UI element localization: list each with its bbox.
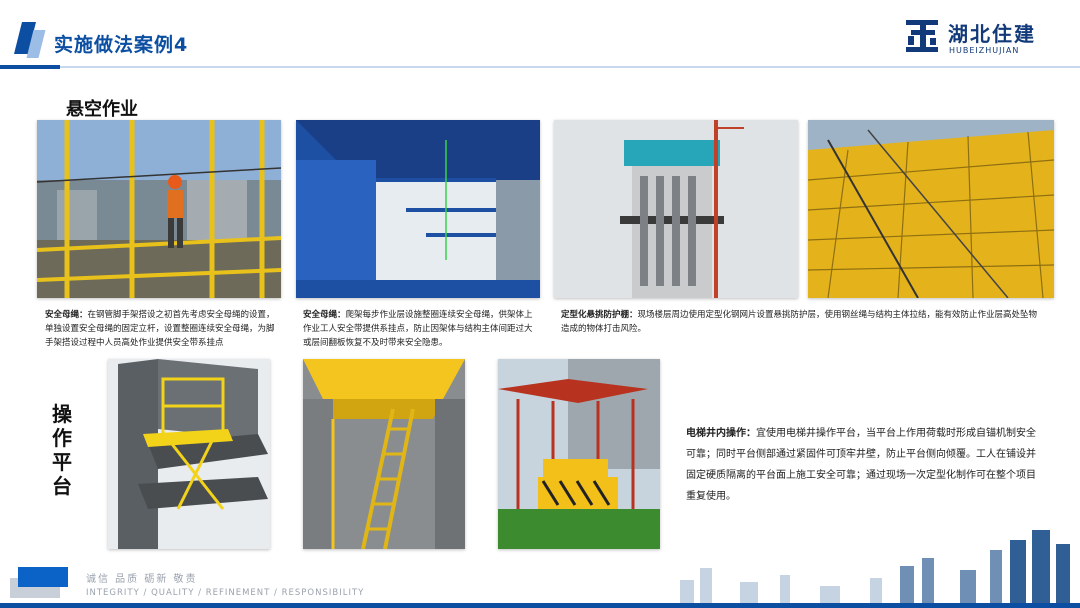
page-title: 实施做法案例4	[54, 34, 189, 56]
footer-bottom-bar	[0, 603, 1080, 608]
caption-scaffold-safety-rope: 安全母绳：在钢管脚手架搭设之初首先考虑安全母绳的设置，单独设置安全母绳的固定立杆…	[45, 308, 277, 350]
hubei-zhujian-logo-icon	[906, 20, 938, 52]
caption-climbing-frame-safety-rope: 安全母绳：爬架每步作业层设施整圈连续安全母绳，供架体上作业工人安全带提供系挂点，…	[303, 308, 535, 350]
caption-cantilever-shed: 定型化悬挑防护棚：现场楼层周边使用定型化钢网片设置悬挑防护层，使用钢丝绳与结构主…	[561, 308, 1041, 336]
caption-heading: 安全母绳：	[303, 310, 346, 320]
section-title-aerial-work: 悬空作业	[66, 99, 138, 120]
caption-body: 宜使用电梯井操作平台，当平台上作用荷载时形成自锚机制安全可靠；同时平台侧部通过紧…	[686, 428, 1036, 502]
photo-elevator-shaft-ladder	[303, 359, 465, 549]
section-title-operation-platform: 操作平台	[52, 402, 72, 498]
header-divider	[0, 66, 1080, 68]
photo-steel-mesh-protection-layer	[808, 120, 1054, 298]
photo-prefab-platform-sample	[498, 359, 660, 549]
photo-high-rise-cantilever-shed	[554, 120, 798, 298]
caption-heading: 安全母绳：	[45, 310, 88, 320]
photo-scaffold-safety-rope	[37, 120, 281, 298]
photo-climbing-frame-safety-rope	[296, 120, 540, 298]
caption-heading: 定型化悬挑防护棚：	[561, 310, 638, 320]
logo-chinese-text: 湖北住建	[948, 22, 1036, 46]
footer-slogan-chinese: 诚信 品质 砺新 敬责	[86, 574, 198, 585]
caption-elevator-shaft-operation: 电梯井内操作：宜使用电梯井操作平台，当平台上作用荷载时形成自锚机制安全可靠；同时…	[686, 423, 1042, 507]
footer-slogan-english: INTEGRITY / QUALITY / REFINEMENT / RESPO…	[86, 588, 365, 598]
photo-elevator-shaft-platform-render	[108, 359, 270, 549]
caption-heading: 电梯井内操作：	[686, 428, 756, 439]
footer-accent-blue	[18, 567, 68, 587]
footer-skyline-graphic	[680, 530, 1070, 608]
header-divider-accent	[0, 65, 60, 69]
logo-english-text: HUBEIZHUJIAN	[949, 46, 1020, 55]
company-logo: 湖北住建 HUBEIZHUJIAN	[902, 14, 1062, 60]
